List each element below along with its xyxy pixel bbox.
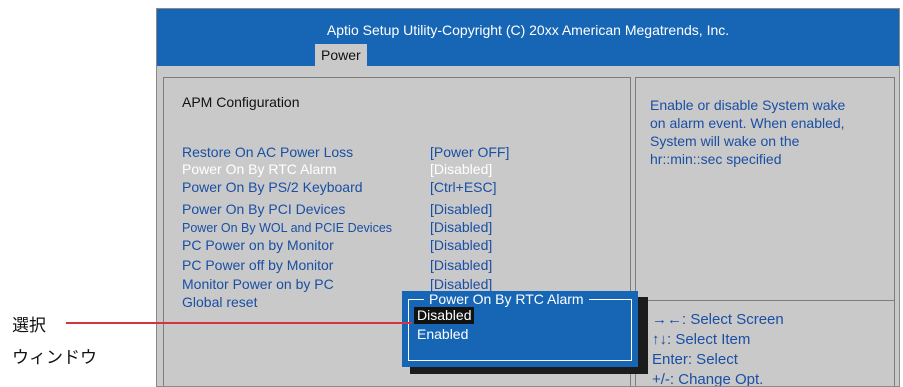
setting-power-on-by-wol-pcie[interactable]: Power On By WOL and PCIE Devices [Disabl… xyxy=(182,219,492,235)
setting-label: Restore On AC Power Loss xyxy=(182,144,354,160)
help-line: on alarm event. When enabled, xyxy=(650,115,845,131)
annotation-label-line1: 選択 xyxy=(12,316,46,335)
selection-popup: Power On By RTC Alarm Disabled Enabled xyxy=(402,291,638,367)
help-line: Enable or disable System wake xyxy=(650,97,846,113)
tab-power[interactable]: Power xyxy=(315,44,367,66)
setting-global-reset[interactable]: Global reset xyxy=(182,294,257,310)
setting-value[interactable]: [Disabled] xyxy=(430,276,492,292)
popup-option-enabled[interactable]: Enabled xyxy=(414,326,471,343)
help-panel: Enable or disable System wake on alarm e… xyxy=(635,77,895,387)
setting-label: Global reset xyxy=(182,294,258,310)
setting-label: Power On By PS/2 Keyboard xyxy=(182,179,363,195)
popup-title: Power On By RTC Alarm xyxy=(424,291,589,307)
help-line: hr::min::sec specified xyxy=(650,151,782,167)
setting-label: Power On By WOL and PCIE Devices xyxy=(182,221,393,235)
help-divider xyxy=(636,300,894,301)
setting-power-on-by-ps2-keyboard[interactable]: Power On By PS/2 Keyboard [Ctrl+ESC] xyxy=(182,179,497,195)
setting-pc-power-on-by-monitor[interactable]: PC Power on by Monitor [Disabled] xyxy=(182,237,492,253)
setting-label: Power On By RTC Alarm xyxy=(182,161,337,177)
utility-title: Aptio Setup Utility-Copyright (C) 20xx A… xyxy=(326,22,730,38)
key-select-item: ↑↓: Select Item xyxy=(652,331,751,348)
setting-pc-power-off-by-monitor[interactable]: PC Power off by Monitor [Disabled] xyxy=(182,257,492,273)
setting-label: PC Power off by Monitor xyxy=(182,257,334,273)
title-bar: Aptio Setup Utility-Copyright (C) 20xx A… xyxy=(157,9,899,66)
setting-label: PC Power on by Monitor xyxy=(182,237,334,253)
setting-value[interactable]: [Disabled] xyxy=(430,161,492,177)
setting-value[interactable]: [Ctrl+ESC] xyxy=(430,179,497,195)
setting-restore-on-ac-power-loss[interactable]: Restore On AC Power Loss [Power OFF] xyxy=(182,144,509,160)
section-title: APM Configuration xyxy=(182,94,300,110)
setting-label: Power On By PCI Devices xyxy=(182,201,346,217)
setting-power-on-by-rtc-alarm[interactable]: Power On By RTC Alarm [Disabled] xyxy=(182,161,492,177)
setting-monitor-power-on-by-pc[interactable]: Monitor Power on by PC [Disabled] xyxy=(182,276,492,292)
popup-option-disabled[interactable]: Disabled xyxy=(414,307,475,324)
key-change-opt: +/-: Change Opt. xyxy=(652,371,764,387)
setting-label: Monitor Power on by PC xyxy=(182,276,334,292)
annotation-label-line2: ウィンドウ xyxy=(12,348,97,367)
setting-value[interactable]: [Disabled] xyxy=(430,219,492,235)
setting-value[interactable]: [Power OFF] xyxy=(430,144,509,160)
setting-value[interactable]: [Disabled] xyxy=(430,201,492,217)
help-line: System will wake on the xyxy=(650,133,800,149)
setting-value[interactable]: [Disabled] xyxy=(430,257,492,273)
help-text: Enable or disable System wake on alarm e… xyxy=(650,96,886,168)
key-select-screen: →←: Select Screen xyxy=(652,311,784,328)
key-legend: →←: Select Screen ↑↓: Select Item Enter:… xyxy=(652,310,784,387)
key-enter-select: Enter: Select xyxy=(652,351,738,368)
setting-value[interactable]: [Disabled] xyxy=(430,237,492,253)
setting-power-on-by-pci-devices[interactable]: Power On By PCI Devices [Disabled] xyxy=(182,201,492,217)
annotation-pointer-line xyxy=(66,322,412,324)
